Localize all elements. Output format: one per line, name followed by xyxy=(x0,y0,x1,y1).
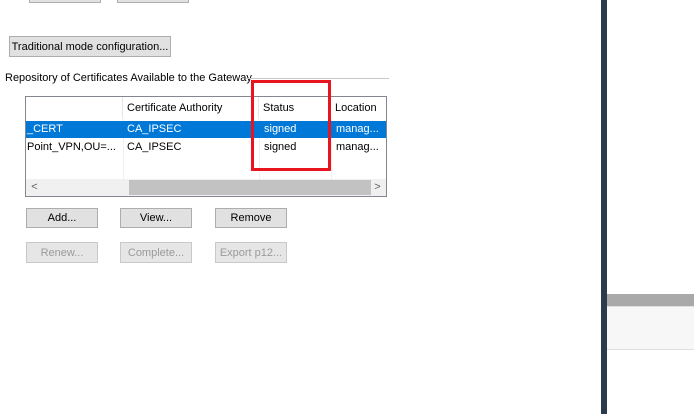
traditional-mode-configuration-button[interactable]: Traditional mode configuration... xyxy=(9,36,171,57)
horizontal-scrollbar[interactable]: < > xyxy=(26,179,386,196)
top-button-2[interactable] xyxy=(117,0,189,3)
view-button[interactable]: View... xyxy=(120,208,192,228)
group-divider xyxy=(246,78,389,79)
export-p12-button[interactable]: Export p12... xyxy=(215,242,287,263)
cell-name: _CERT xyxy=(27,123,63,135)
side-panel-header xyxy=(607,294,694,306)
column-header-name[interactable] xyxy=(26,97,123,119)
remove-button[interactable]: Remove xyxy=(215,208,287,228)
scroll-right-icon[interactable]: > xyxy=(369,179,386,196)
cell-location: manag... xyxy=(336,123,379,135)
cell-location: manag... xyxy=(336,141,379,153)
cell-authority: CA_IPSEC xyxy=(127,123,182,135)
table-row[interactable]: _CERT CA_IPSEC signed manag... xyxy=(26,121,386,138)
cell-authority: CA_IPSEC xyxy=(127,141,182,153)
table-row[interactable]: Point_VPN,OU=... CA_IPSEC signed manag..… xyxy=(26,139,386,156)
cell-name: Point_VPN,OU=... xyxy=(27,141,116,153)
complete-button[interactable]: Complete... xyxy=(120,242,192,263)
top-button-1[interactable] xyxy=(29,0,101,3)
add-button[interactable]: Add... xyxy=(26,208,98,228)
side-panel-row[interactable] xyxy=(607,306,694,350)
status-highlight-box xyxy=(251,80,331,171)
window-separator xyxy=(601,0,607,414)
scrollbar-thumb[interactable] xyxy=(129,180,371,195)
repository-group-label: Repository of Certificates Available to … xyxy=(5,72,252,84)
column-header-location[interactable]: Location xyxy=(331,97,386,119)
column-header-certificate-authority[interactable]: Certificate Authority xyxy=(123,97,259,119)
renew-button[interactable]: Renew... xyxy=(26,242,98,263)
scroll-left-icon[interactable]: < xyxy=(26,179,43,196)
certificates-list[interactable]: Certificate Authority Status Location _C… xyxy=(25,96,387,197)
